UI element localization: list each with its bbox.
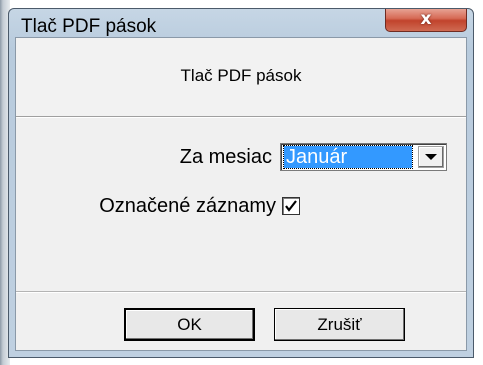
chevron-down-icon [425,154,437,160]
close-button[interactable]: x [385,9,467,32]
month-label: Za mesiac [179,146,272,168]
marked-records-checkbox[interactable] [282,197,300,215]
header-panel: Tlač PDF pások [16,38,466,117]
cancel-mnemonic: Z [317,314,328,334]
dialog-window: Tlač PDF pások x Tlač PDF pások Za mesia… [8,8,474,358]
cancel-button[interactable]: Zrušiť [274,308,405,341]
month-select-arrow[interactable] [418,146,444,168]
ok-label-rest: K [190,314,202,334]
dialog-client-area: Tlač PDF pások Za mesiac Január Označené… [15,37,467,351]
window-title: Tlač PDF pások [21,16,157,37]
footer-divider-highlight [16,292,466,293]
header-divider [16,117,466,118]
ok-mnemonic: O [177,314,191,334]
ok-button[interactable]: OK [124,308,255,341]
check-icon [285,200,297,212]
header-title: Tlač PDF pások [180,66,302,85]
cancel-label-rest: rušiť [327,314,362,334]
close-icon: x [420,9,432,29]
title-bar[interactable]: Tlač PDF pások x [9,9,473,37]
month-select[interactable]: Január [280,143,447,171]
marked-records-label: Označené záznamy [99,195,276,217]
month-select-value: Január [283,145,413,169]
